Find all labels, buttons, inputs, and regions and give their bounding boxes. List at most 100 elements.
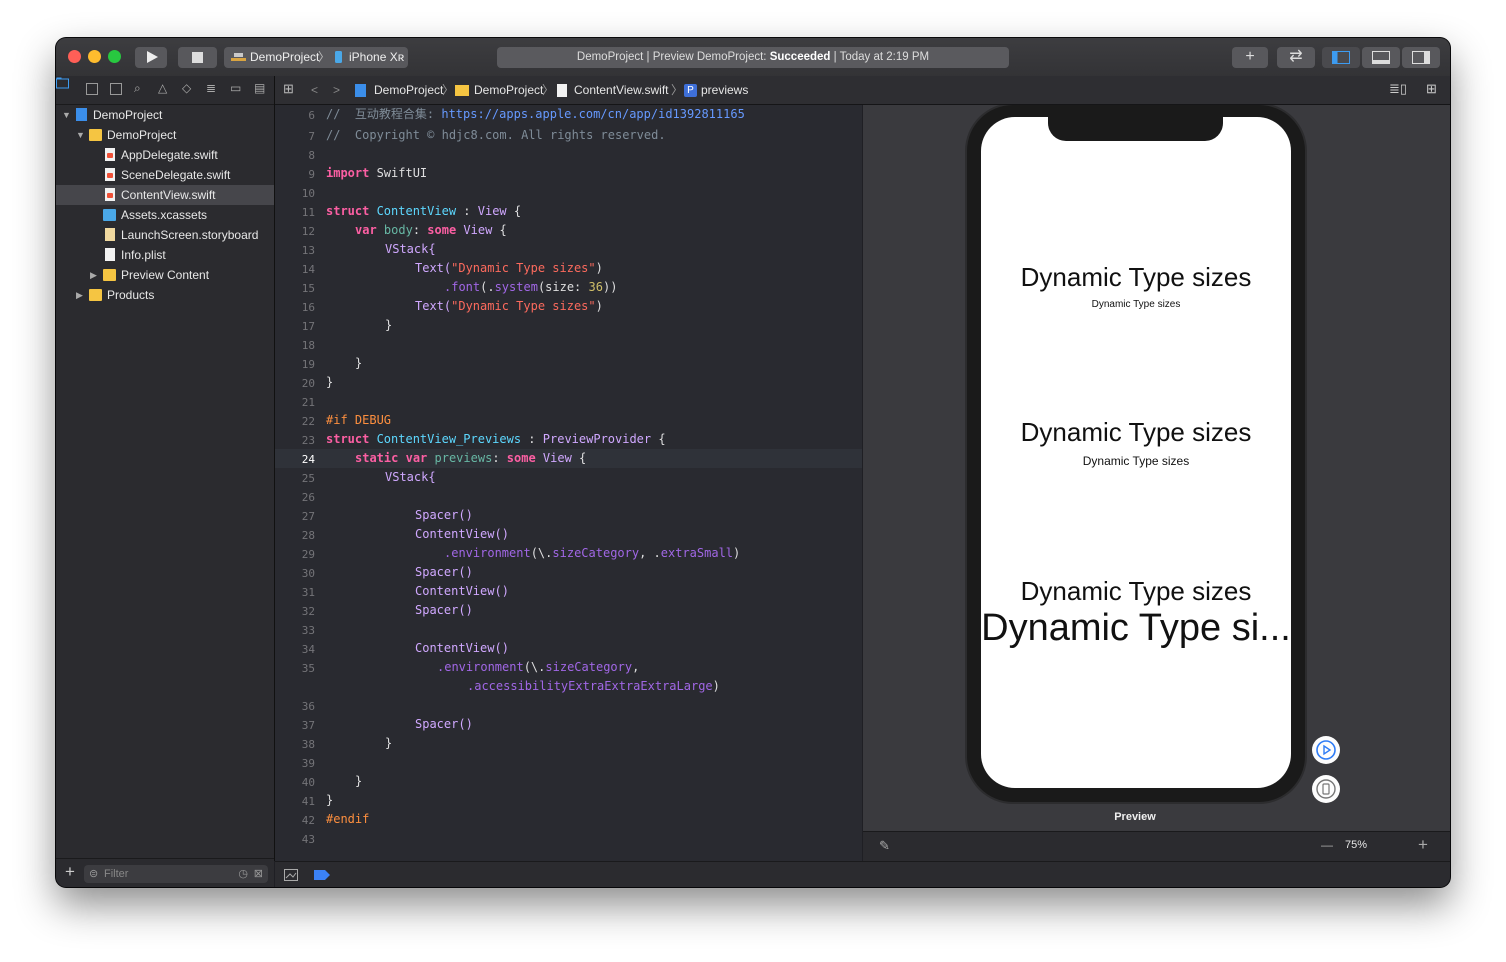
- report-navigator-icon[interactable]: ▤: [254, 81, 267, 95]
- code-line: // 互动教程合集: https://apps.apple.com/cn/app…: [326, 105, 745, 124]
- scheme-selector[interactable]: DemoProject 〉 iPhone Xʀ: [224, 47, 408, 68]
- split-editor-icon[interactable]: ⊞: [1426, 82, 1437, 96]
- swift-file-icon: [105, 188, 115, 201]
- property-declaration: previews: [427, 451, 493, 465]
- code-line: import SwiftUI: [326, 164, 427, 183]
- issue-navigator-icon[interactable]: △: [158, 81, 171, 95]
- zoom-in-button[interactable]: +: [1418, 835, 1428, 855]
- code-line: ContentView(): [415, 582, 509, 601]
- breadcrumb-group[interactable]: DemoProject: [474, 83, 543, 97]
- line-number: 6: [308, 109, 315, 122]
- source-editor[interactable]: 6 7 8 9 10 11 12 13 14 15 16 17 18 19 20…: [275, 105, 862, 861]
- breadcrumb-project[interactable]: DemoProject: [374, 83, 443, 97]
- back-button[interactable]: <: [311, 83, 318, 97]
- number-literal: 36: [588, 280, 603, 294]
- storyboard-file-icon: [105, 228, 115, 241]
- scm-filter-icon[interactable]: ⊠: [254, 865, 263, 883]
- line-number: 7: [308, 130, 315, 143]
- call-expression: ContentView(): [415, 584, 509, 598]
- line-number: 41: [301, 795, 315, 808]
- preview-on-device-button[interactable]: [1312, 775, 1340, 803]
- zoom-window-button[interactable]: [108, 50, 121, 63]
- punctuation: {: [492, 223, 507, 237]
- punctuation: {: [506, 204, 522, 218]
- toggle-inspector-button[interactable]: [1402, 47, 1440, 68]
- code-review-button[interactable]: ⇄: [1277, 47, 1315, 68]
- punctuation: {: [651, 432, 666, 446]
- zoom-out-button[interactable]: —: [1321, 838, 1333, 852]
- string-literal: "Dynamic Type sizes": [451, 299, 596, 313]
- line-number: 16: [301, 301, 315, 314]
- source-control-icon[interactable]: [86, 83, 98, 95]
- debug-navigator-icon[interactable]: ≣: [206, 81, 219, 95]
- punctuation: ,: [632, 660, 640, 674]
- punctuation: )): [602, 280, 618, 294]
- run-button[interactable]: [135, 47, 167, 68]
- stop-button[interactable]: [178, 47, 217, 68]
- tree-item-file[interactable]: LaunchScreen.storyboard: [56, 225, 274, 245]
- filter-placeholder: Filter: [104, 868, 129, 880]
- disclosure-closed-icon[interactable]: ▶: [90, 265, 97, 285]
- forward-button[interactable]: >: [333, 83, 340, 97]
- related-items-icon[interactable]: ⊞: [283, 82, 294, 96]
- code-line: ContentView(): [415, 639, 509, 658]
- preview-text-large: Dynamic Type sizes: [1020, 262, 1252, 292]
- tree-item-project[interactable]: ▼ DemoProject: [56, 105, 274, 125]
- tree-item-file-selected[interactable]: ContentView.swift: [56, 185, 274, 205]
- disclosure-open-icon[interactable]: ▼: [76, 125, 85, 145]
- line-number: 30: [301, 567, 315, 580]
- comment-link[interactable]: https://apps.apple.com/cn/app/id13928111…: [441, 107, 744, 121]
- method-call: .environment: [444, 546, 531, 560]
- breadcrumb-symbol[interactable]: previews: [701, 83, 748, 97]
- tree-item-group[interactable]: ▶ Preview Content: [56, 265, 274, 285]
- code-line: }: [355, 772, 362, 791]
- code-line: .accessibilityExtraExtraExtraLarge): [467, 677, 720, 696]
- symbol-navigator-icon[interactable]: [110, 83, 122, 95]
- navigator-filter-field[interactable]: ⊜ Filter ◷ ⊠: [84, 865, 268, 883]
- breadcrumb-file[interactable]: ContentView.swift: [574, 83, 669, 97]
- method-call: .font: [444, 280, 481, 294]
- code-line: }: [326, 373, 333, 392]
- recent-files-icon[interactable]: ◷: [238, 865, 248, 883]
- toggle-debug-area-button[interactable]: [1362, 47, 1400, 68]
- folder-icon[interactable]: [56, 77, 69, 89]
- preview-text-medium: Dynamic Type sizes: [1082, 454, 1190, 468]
- library-add-button[interactable]: +: [1232, 47, 1268, 68]
- minimap-icon[interactable]: [284, 869, 298, 881]
- disclosure-open-icon[interactable]: ▼: [62, 105, 71, 125]
- iphone-icon: [335, 51, 342, 63]
- debug-bar: [275, 861, 1450, 887]
- keyword: some: [427, 223, 457, 237]
- device-icon: [1316, 779, 1336, 799]
- hammer-icon: [231, 53, 246, 61]
- keyword: some: [506, 451, 536, 465]
- tree-item-file[interactable]: Info.plist: [56, 245, 274, 265]
- tree-item-file[interactable]: Assets.xcassets: [56, 205, 274, 225]
- breakpoints-toggle-icon[interactable]: [314, 870, 330, 880]
- punctuation: :: [456, 204, 478, 218]
- call-expression: Spacer(): [415, 508, 473, 522]
- breakpoint-navigator-icon[interactable]: ▭: [230, 81, 243, 95]
- tree-item-file[interactable]: AppDelegate.swift: [56, 145, 274, 165]
- add-file-button[interactable]: +: [65, 862, 75, 882]
- folder-icon: [89, 289, 102, 301]
- preview-canvas[interactable]: Dynamic Type sizes Dynamic Type sizes Dy…: [863, 105, 1450, 831]
- folder-icon: [103, 269, 116, 281]
- keyword: struct: [326, 204, 370, 218]
- argument-label: (size:: [537, 280, 589, 294]
- disclosure-closed-icon[interactable]: ▶: [76, 285, 83, 305]
- tree-item-group[interactable]: ▼ DemoProject: [56, 125, 274, 145]
- live-preview-button[interactable]: [1312, 736, 1340, 764]
- close-window-button[interactable]: [68, 50, 81, 63]
- toggle-navigator-button[interactable]: [1322, 47, 1360, 68]
- find-navigator-icon[interactable]: ⌕: [134, 81, 147, 95]
- minimize-window-button[interactable]: [88, 50, 101, 63]
- tree-item-file[interactable]: SceneDelegate.swift: [56, 165, 274, 185]
- pin-icon[interactable]: ✎: [879, 838, 890, 854]
- scheme-name: DemoProject: [250, 50, 320, 64]
- string-literal: "Dynamic Type sizes": [451, 261, 596, 275]
- line-number: 19: [301, 358, 315, 371]
- test-navigator-icon[interactable]: ◇: [182, 81, 195, 95]
- tree-item-group[interactable]: ▶ Products: [56, 285, 274, 305]
- editor-options-icon[interactable]: ≣▯: [1389, 82, 1407, 96]
